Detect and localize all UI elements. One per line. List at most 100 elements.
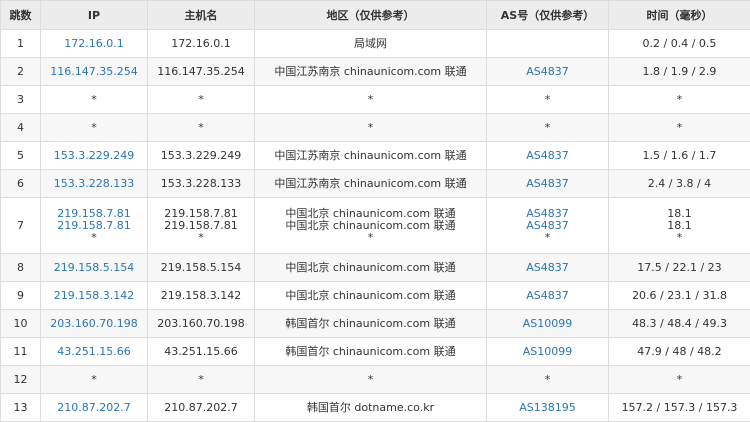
header-hostname: 主机名 [148,1,255,30]
region-text: * [259,374,482,386]
hostname-cell: 116.147.35.254 [148,58,255,86]
host-text: * [152,374,250,386]
as-link[interactable]: AS10099 [491,318,604,330]
as-cell: AS4837 [487,170,609,198]
as-cell: * [487,86,609,114]
ip-link[interactable]: 203.160.70.198 [45,318,143,330]
region-cell: 局域网 [255,30,487,58]
hostname-cell: 219.158.7.81219.158.7.81* [148,198,255,254]
as-cell: AS4837AS4837* [487,198,609,254]
header-time: 时间（毫秒） [609,1,750,30]
time-cell: 2.4 / 3.8 / 4 [609,170,750,198]
time-text: 18.1 [613,220,746,232]
time-text: 18.1 [613,208,746,220]
as-cell: AS4837 [487,142,609,170]
time-cell: * [609,114,750,142]
hostname-cell: 219.158.3.142 [148,282,255,310]
time-cell: 20.6 / 23.1 / 31.8 [609,282,750,310]
time-cell: 48.3 / 48.4 / 49.3 [609,310,750,338]
ip-link: * [45,374,143,386]
ip-link[interactable]: 153.3.229.249 [45,150,143,162]
region-cell: 中国江苏南京 chinaunicom.com 联通 [255,142,487,170]
host-text: 43.251.15.66 [152,346,250,358]
time-cell: 47.9 / 48 / 48.2 [609,338,750,366]
region-text: 局域网 [259,38,482,50]
region-cell: 韩国首尔 chinaunicom.com 联通 [255,310,487,338]
hop-cell: 2 [1,58,41,86]
ip-link[interactable]: 172.16.0.1 [45,38,143,50]
time-text: * [613,94,746,106]
hop-cell: 3 [1,86,41,114]
ip-cell: 219.158.7.81219.158.7.81* [41,198,148,254]
table-row: 6153.3.228.133153.3.228.133中国江苏南京 chinau… [1,170,750,198]
hostname-cell: * [148,114,255,142]
ip-link[interactable]: 116.147.35.254 [45,66,143,78]
host-text: 172.16.0.1 [152,38,250,50]
hostname-cell: 203.160.70.198 [148,310,255,338]
header-as-number: AS号（仅供参考） [487,1,609,30]
as-link: * [491,232,604,244]
host-text: 210.87.202.7 [152,402,250,414]
region-text: 中国江苏南京 chinaunicom.com 联通 [259,66,482,78]
table-row: 2 116.147.35.254 116.147.35.254 中国江苏南京 chin… [1,58,750,86]
ip-link: * [45,94,143,106]
as-link[interactable]: AS4837 [491,220,604,232]
host-text: * [152,232,250,244]
region-cell: 中国北京 chinaunicom.com 联通中国北京 chinaunicom.… [255,198,487,254]
time-text: 1.8 / 1.9 / 2.9 [613,66,746,78]
ip-link[interactable]: 219.158.7.81 [45,208,143,220]
table-row: 12***** [1,366,750,394]
table-row: 5 153.3.229.249 153.3.229.249 中国江苏南京 chinau… [1,142,750,170]
time-cell: * [609,366,750,394]
region-text: 韩国首尔 dotname.co.kr [259,402,482,414]
region-text: * [259,94,482,106]
region-text: 中国北京 chinaunicom.com 联通 [259,290,482,302]
ip-cell: 153.3.228.133 [41,170,148,198]
hostname-cell: 219.158.5.154 [148,254,255,282]
as-link[interactable]: AS138195 [491,402,604,414]
header-region: 地区（仅供参考） [255,1,487,30]
as-link[interactable]: AS4837 [491,66,604,78]
as-cell: AS4837 [487,58,609,86]
table-row: 8219.158.5.154219.158.5.154中国北京 chinauni… [1,254,750,282]
hop-cell: 5 [1,142,41,170]
table-row: 1143.251.15.6643.251.15.66韩国首尔 chinaunic… [1,338,750,366]
time-text: * [613,232,746,244]
ip-cell: * [41,366,148,394]
region-text: 中国北京 chinaunicom.com 联通 [259,208,482,220]
table-row: 3***** [1,86,750,114]
as-link[interactable]: AS4837 [491,290,604,302]
host-text: 219.158.3.142 [152,290,250,302]
as-link[interactable]: AS4837 [491,150,604,162]
time-cell: 1.5 / 1.6 / 1.7 [609,142,750,170]
region-cell: 中国北京 chinaunicom.com 联通 [255,282,487,310]
ip-link[interactable]: 219.158.3.142 [45,290,143,302]
ip-link[interactable]: 153.3.228.133 [45,178,143,190]
as-cell: AS10099 [487,338,609,366]
region-text: 韩国首尔 chinaunicom.com 联通 [259,346,482,358]
hop-cell: 1 [1,30,41,58]
hop-cell: 12 [1,366,41,394]
region-text: 韩国首尔 chinaunicom.com 联通 [259,318,482,330]
time-text: 17.5 / 22.1 / 23 [613,262,746,274]
region-text: * [259,232,482,244]
ip-link[interactable]: 210.87.202.7 [45,402,143,414]
as-cell: AS4837 [487,282,609,310]
ip-link[interactable]: 219.158.5.154 [45,262,143,274]
region-text: 中国北京 chinaunicom.com 联通 [259,220,482,232]
as-link[interactable]: AS4837 [491,178,604,190]
table-row: 13210.87.202.7210.87.202.7韩国首尔 dotname.c… [1,394,750,422]
host-text: 153.3.229.249 [152,150,250,162]
hop-cell: 6 [1,170,41,198]
host-text: 219.158.7.81 [152,208,250,220]
ip-link[interactable]: 43.251.15.66 [45,346,143,358]
hop-cell: 4 [1,114,41,142]
as-link[interactable]: AS4837 [491,208,604,220]
ip-cell: 43.251.15.66 [41,338,148,366]
header-row: 跳数 IP 主机名 地区（仅供参考） AS号（仅供参考） 时间（毫秒） [1,1,750,30]
as-link[interactable]: AS4837 [491,262,604,274]
region-cell: 中国北京 chinaunicom.com 联通 [255,254,487,282]
ip-link[interactable]: 219.158.7.81 [45,220,143,232]
as-link[interactable]: AS10099 [491,346,604,358]
time-text: 47.9 / 48 / 48.2 [613,346,746,358]
